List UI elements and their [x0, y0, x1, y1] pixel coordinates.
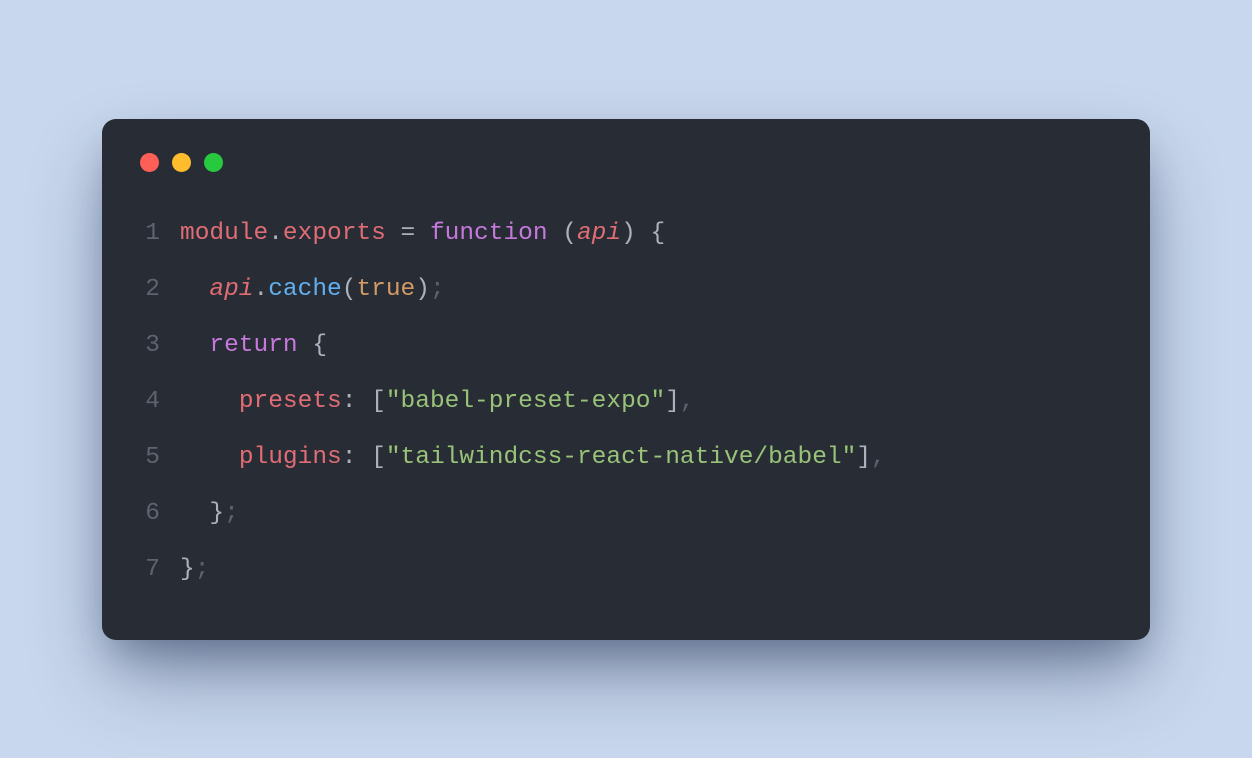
- code-block: 1module.exports = function (api) {2 api.…: [132, 206, 1120, 598]
- token: [298, 332, 313, 359]
- code-line: 3 return {: [132, 318, 1120, 374]
- line-content: module.exports = function (api) {: [166, 206, 665, 262]
- code-line: 4 presets: ["babel-preset-expo"],: [132, 374, 1120, 430]
- code-line: 1module.exports = function (api) {: [132, 206, 1120, 262]
- token: [636, 220, 651, 247]
- line-content: api.cache(true);: [166, 262, 445, 318]
- token: }: [180, 556, 195, 583]
- line-number: 4: [132, 374, 166, 430]
- code-line: 2 api.cache(true);: [132, 262, 1120, 318]
- line-content: presets: ["babel-preset-expo"],: [166, 374, 695, 430]
- token: ,: [871, 444, 886, 471]
- line-content: };: [166, 486, 239, 542]
- line-number: 5: [132, 430, 166, 486]
- code-line: 6 };: [132, 486, 1120, 542]
- token: ]: [665, 388, 680, 415]
- token: api: [577, 220, 621, 247]
- token: api: [209, 276, 253, 303]
- token: [180, 444, 239, 471]
- line-content: return {: [166, 318, 327, 374]
- code-window: 1module.exports = function (api) {2 api.…: [102, 119, 1150, 640]
- window-titlebar: [132, 153, 1120, 172]
- line-content: plugins: ["tailwindcss-react-native/babe…: [166, 430, 886, 486]
- token: =: [401, 220, 416, 247]
- token: ): [415, 276, 430, 303]
- token: "tailwindcss-react-native/babel": [386, 444, 856, 471]
- token: [548, 220, 563, 247]
- zoom-icon[interactable]: [204, 153, 223, 172]
- line-number: 2: [132, 262, 166, 318]
- token: "babel-preset-expo": [386, 388, 665, 415]
- token: [356, 388, 371, 415]
- token: [415, 220, 430, 247]
- line-number: 6: [132, 486, 166, 542]
- token: {: [651, 220, 666, 247]
- token: [: [371, 444, 386, 471]
- token: [180, 500, 209, 527]
- minimize-icon[interactable]: [172, 153, 191, 172]
- token: :: [342, 444, 357, 471]
- token: return: [209, 332, 297, 359]
- token: exports: [283, 220, 386, 247]
- token: [356, 444, 371, 471]
- token: presets: [239, 388, 342, 415]
- token: function: [430, 220, 548, 247]
- token: ;: [430, 276, 445, 303]
- token: ;: [224, 500, 239, 527]
- line-number: 7: [132, 542, 166, 598]
- token: plugins: [239, 444, 342, 471]
- token: ): [621, 220, 636, 247]
- close-icon[interactable]: [140, 153, 159, 172]
- token: ,: [680, 388, 695, 415]
- token: .: [268, 220, 283, 247]
- token: [: [371, 388, 386, 415]
- token: [180, 388, 239, 415]
- token: [180, 332, 209, 359]
- code-line: 5 plugins: ["tailwindcss-react-native/ba…: [132, 430, 1120, 486]
- line-content: };: [166, 542, 209, 598]
- token: :: [342, 388, 357, 415]
- code-line: 7};: [132, 542, 1120, 598]
- token: }: [209, 500, 224, 527]
- token: module: [180, 220, 268, 247]
- token: .: [254, 276, 269, 303]
- token: (: [562, 220, 577, 247]
- token: ]: [856, 444, 871, 471]
- token: true: [356, 276, 415, 303]
- token: [386, 220, 401, 247]
- token: cache: [268, 276, 342, 303]
- token: ;: [195, 556, 210, 583]
- token: [180, 276, 209, 303]
- line-number: 3: [132, 318, 166, 374]
- token: (: [342, 276, 357, 303]
- token: {: [312, 332, 327, 359]
- line-number: 1: [132, 206, 166, 262]
